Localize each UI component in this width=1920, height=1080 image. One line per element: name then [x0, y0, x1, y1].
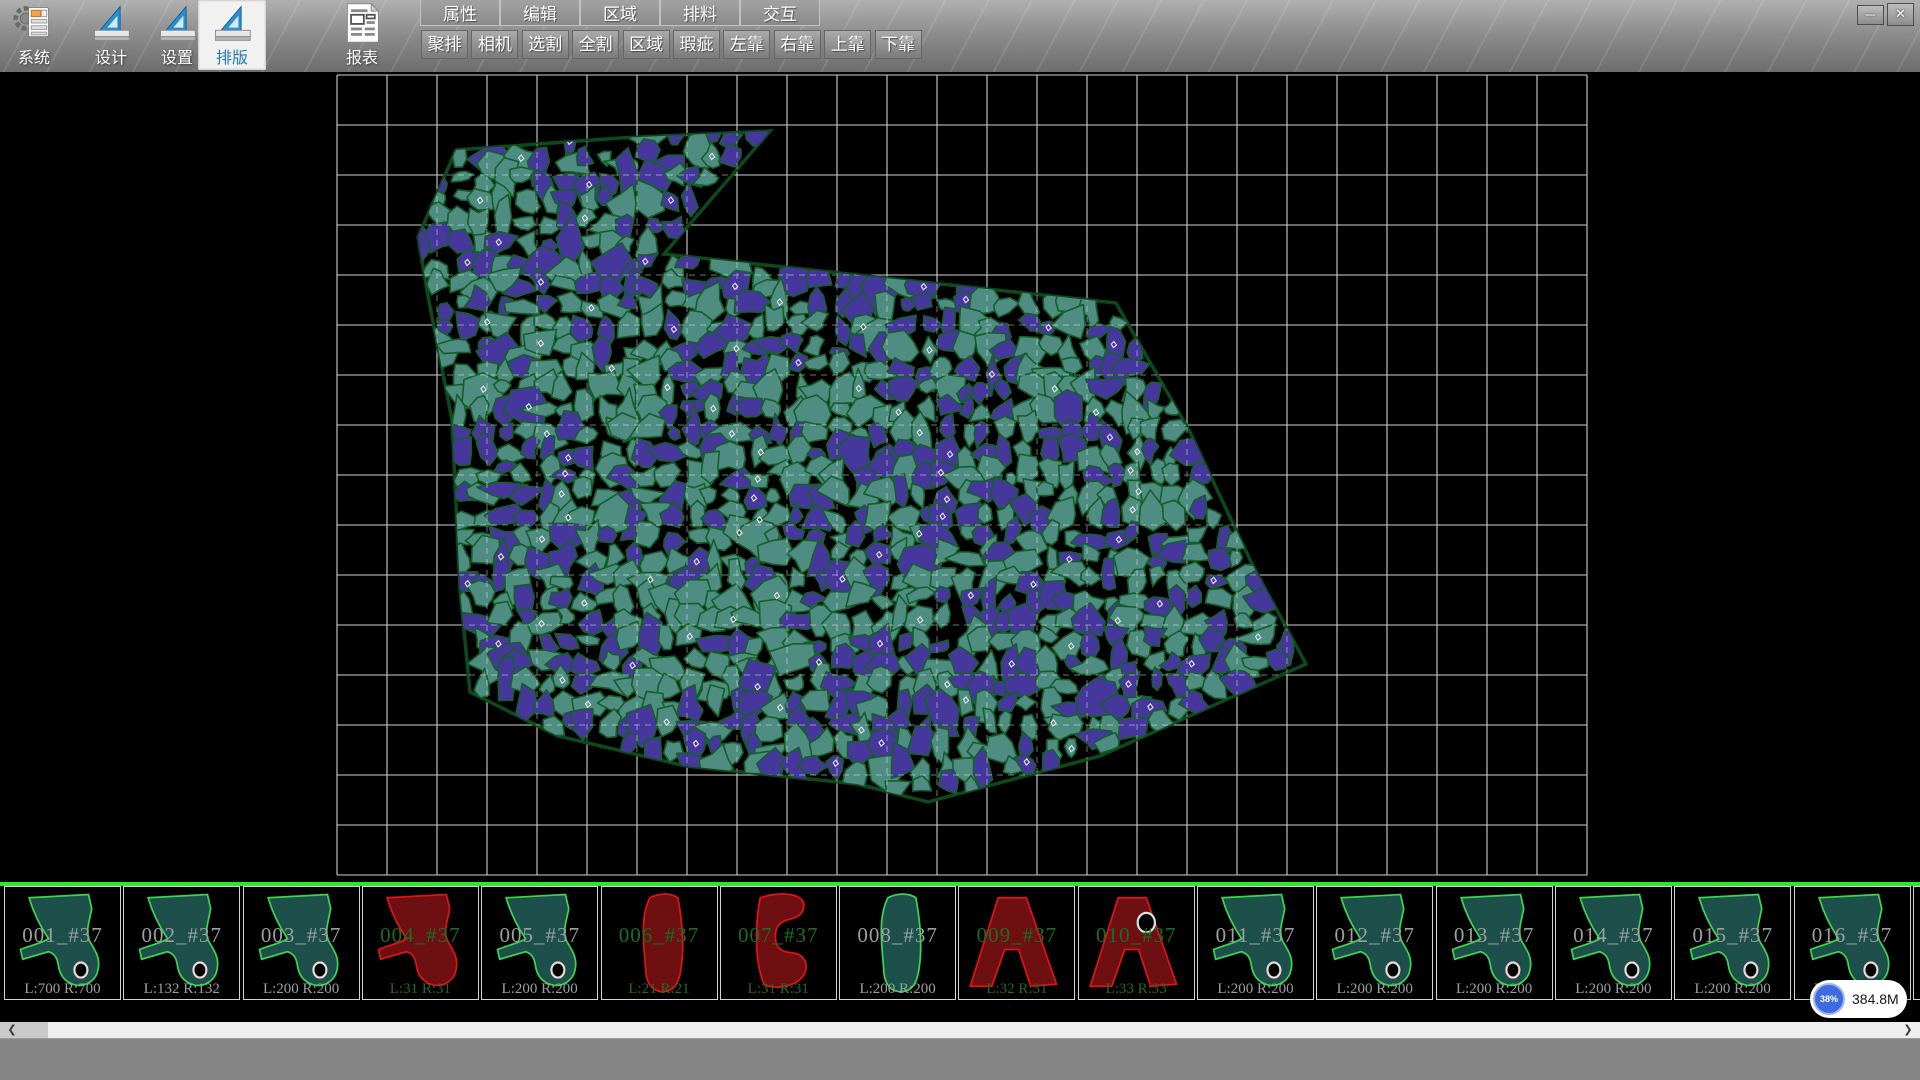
- piece-thumb-013[interactable]: 013_#37 L:200 R:200: [1436, 886, 1553, 1000]
- piece-id-label: 002_#37: [124, 923, 239, 948]
- nav-label-design: 设计: [95, 44, 127, 70]
- piece-id-label: 013_#37: [1437, 923, 1552, 948]
- piece-lr-label: L:200 R:200: [1317, 981, 1432, 998]
- piece-lr-label: L:31 R:31: [721, 981, 836, 998]
- tool-select-cut[interactable]: 选割: [522, 30, 569, 59]
- application-window: 系统设计设置排版报表 属性编辑区域排料交互 聚排相机选割全割区域瑕疵左靠右靠上靠…: [0, 0, 1920, 1080]
- nav-label-settings: 设置: [161, 44, 193, 70]
- nesting-canvas[interactable]: [0, 72, 1920, 1022]
- piece-id-label: 003_#37: [244, 923, 359, 948]
- piece-lr-label: L:200 R:200: [244, 981, 359, 998]
- menu-properties[interactable]: 属性: [420, 0, 500, 26]
- piece-id-label: 015_#37: [1675, 923, 1790, 948]
- scroll-left-icon[interactable]: ❮: [2, 1022, 22, 1038]
- piece-lr-label: L:32 R:31: [959, 981, 1074, 998]
- bottom-status-bar: [0, 1038, 1920, 1080]
- horizontal-scrollbar[interactable]: ❮ ❯: [0, 1022, 1920, 1038]
- piece-thumb-012[interactable]: 012_#37 L:200 R:200: [1316, 886, 1433, 1000]
- piece-thumb-007[interactable]: 007_#37 L:31 R:31: [720, 886, 837, 1000]
- nav-label-system: 系统: [18, 44, 50, 70]
- piece-thumb-014[interactable]: 014_#37 L:200 R:200: [1555, 886, 1672, 1000]
- tool-cut-all[interactable]: 全割: [572, 30, 619, 59]
- ruler-icon: [151, 2, 203, 44]
- piece-thumb-partial[interactable]: [1913, 886, 1920, 1000]
- piece-thumb-008[interactable]: 008_#37 L:200 R:200: [839, 886, 956, 1000]
- piece-lr-label: L:200 R:200: [1198, 981, 1313, 998]
- scroll-right-icon[interactable]: ❯: [1898, 1022, 1918, 1038]
- piece-id-label: 009_#37: [959, 923, 1074, 948]
- piece-id-label: 006_#37: [602, 923, 717, 948]
- nav-button-layout[interactable]: 排版: [198, 0, 266, 70]
- memory-usage-value: 384.8M: [1852, 980, 1899, 1018]
- piece-lr-label: L:21 R:21: [602, 981, 717, 998]
- piece-thumb-015[interactable]: 015_#37 L:200 R:200: [1674, 886, 1791, 1000]
- piece-lr-label: L:200 R:200: [1437, 981, 1552, 998]
- piece-lr-label: L:700 R:700: [5, 981, 120, 998]
- piece-thumb-011[interactable]: 011_#37 L:200 R:200: [1197, 886, 1314, 1000]
- report-icon: [336, 2, 388, 44]
- tool-snap-bottom[interactable]: 下靠: [875, 30, 922, 59]
- piece-id-label: 014_#37: [1556, 923, 1671, 948]
- piece-lr-label: L:200 R:200: [840, 981, 955, 998]
- piece-id-label: 016_#37: [1795, 923, 1910, 948]
- ruler-icon: [206, 2, 258, 44]
- piece-id-label: 007_#37: [721, 923, 836, 948]
- piece-thumb-005[interactable]: 005_#37 L:200 R:200: [481, 886, 598, 1000]
- piece-lr-label: L:33 R:33: [1079, 981, 1194, 998]
- piece-thumb-009[interactable]: 009_#37 L:32 R:31: [958, 886, 1075, 1000]
- piece-id-label: 005_#37: [482, 923, 597, 948]
- piece-lr-label: L:200 R:200: [1556, 981, 1671, 998]
- piece-thumb-004[interactable]: 004_#37 L:31 R:31: [362, 886, 479, 1000]
- piece-lr-label: L:31 R:31: [363, 981, 478, 998]
- tool-snap-top[interactable]: 上靠: [824, 30, 871, 59]
- piece-id-label: 001_#37: [5, 923, 120, 948]
- nav-button-system[interactable]: 系统: [4, 0, 64, 70]
- piece-lr-label: L:200 R:200: [482, 981, 597, 998]
- piece-thumb-006[interactable]: 006_#37 L:21 R:21: [601, 886, 718, 1000]
- minimize-button[interactable]: ─: [1857, 5, 1884, 25]
- nav-label-report: 报表: [346, 44, 378, 70]
- menu-nesting[interactable]: 排料: [660, 0, 740, 26]
- piece-thumb-003[interactable]: 003_#37 L:200 R:200: [243, 886, 360, 1000]
- menu-edit[interactable]: 编辑: [500, 0, 580, 26]
- tool-snap-left[interactable]: 左靠: [723, 30, 770, 59]
- piece-id-label: 011_#37: [1198, 923, 1313, 948]
- toolbar-hatch-texture: [0, 0, 1920, 72]
- horizontal-scrollbar-thumb[interactable]: [48, 1022, 1920, 1038]
- piece-thumbnail-strip: 001_#37L:700 R:700002_#37L:132 R:132003_…: [0, 886, 1920, 1002]
- piece-thumb-010[interactable]: 010_#37 L:33 R:33: [1078, 886, 1195, 1000]
- piece-id-label: 008_#37: [840, 923, 955, 948]
- close-button[interactable]: ✕: [1887, 3, 1914, 26]
- tool-flaw[interactable]: 瑕疵: [673, 30, 720, 59]
- gear-document-icon: [8, 2, 60, 44]
- menu-interact[interactable]: 交互: [740, 0, 820, 26]
- memory-status-badge: 38% 384.8M: [1810, 980, 1907, 1018]
- nav-button-design[interactable]: 设计: [80, 0, 142, 70]
- piece-lr-label: L:200 R:200: [1675, 981, 1790, 998]
- menu-region[interactable]: 区域: [580, 0, 660, 26]
- tool-snap-right[interactable]: 右靠: [774, 30, 821, 59]
- piece-lr-label: L:132 R:132: [124, 981, 239, 998]
- tool-cluster-nest[interactable]: 聚排: [421, 30, 468, 59]
- cpu-percent-indicator: 38%: [1813, 983, 1845, 1015]
- nav-button-report[interactable]: 报表: [330, 0, 394, 70]
- nesting-drawing[interactable]: [0, 72, 1920, 1022]
- piece-thumb-002[interactable]: 002_#37 L:132 R:132: [123, 886, 240, 1000]
- tool-region[interactable]: 区域: [623, 30, 670, 59]
- ruler-icon: [85, 2, 137, 44]
- piece-id-label: 010_#37: [1079, 923, 1194, 948]
- piece-thumb-001[interactable]: 001_#37 L:700 R:700: [4, 886, 121, 1000]
- piece-id-label: 004_#37: [363, 923, 478, 948]
- tool-camera[interactable]: 相机: [471, 30, 518, 59]
- top-toolbar: 系统设计设置排版报表 属性编辑区域排料交互 聚排相机选割全割区域瑕疵左靠右靠上靠…: [0, 0, 1920, 73]
- nav-label-layout: 排版: [216, 44, 248, 70]
- piece-id-label: 012_#37: [1317, 923, 1432, 948]
